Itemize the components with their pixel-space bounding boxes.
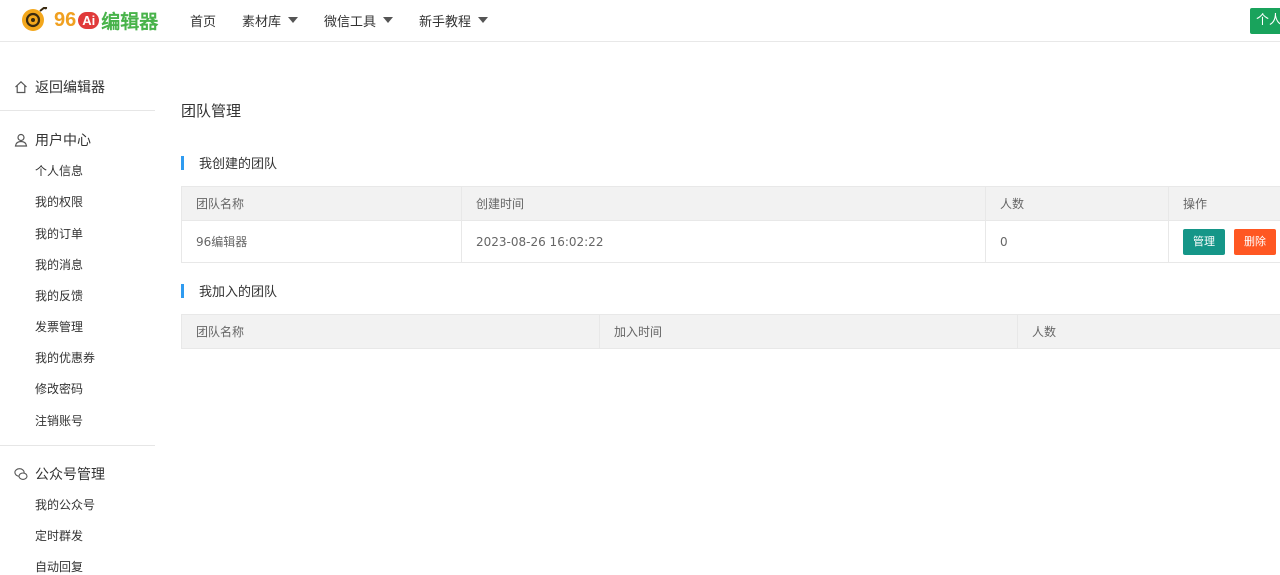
nav-home-label: 首页 — [190, 11, 216, 30]
cell-actions: 管理删除 — [1169, 221, 1280, 263]
cell-created-time: 2023-08-26 16:02:22 — [462, 221, 986, 263]
table-header-row: 团队名称 加入时间 人数 — [182, 315, 1280, 349]
section-created-title: 我创建的团队 — [199, 153, 277, 172]
col-team-name: 团队名称 — [182, 187, 462, 221]
table-row: 96编辑器 2023-08-26 16:02:22 0 管理删除 — [182, 221, 1280, 263]
sidebar-item-auto-reply[interactable]: 自动回复 — [35, 558, 83, 575]
sidebar-item-messages[interactable]: 我的消息 — [35, 256, 83, 273]
nav-materials[interactable]: 素材库 — [242, 11, 298, 30]
logo-number: 96 — [54, 9, 76, 32]
sidebar-item-coupons[interactable]: 我的优惠券 — [35, 349, 95, 366]
caret-down-icon — [383, 17, 393, 23]
mp-manage-heading: 公众号管理 — [14, 464, 105, 484]
section-bar — [181, 284, 184, 298]
back-to-editor-label: 返回编辑器 — [35, 77, 105, 97]
sidebar-item-scheduled-send[interactable]: 定时群发 — [35, 527, 83, 544]
nav-wechat-tools-label: 微信工具 — [324, 11, 376, 30]
section-bar — [181, 156, 184, 170]
section-joined-title: 我加入的团队 — [199, 281, 277, 300]
nav-wechat-tools[interactable]: 微信工具 — [324, 11, 393, 30]
sidebar-item-delete-account[interactable]: 注销账号 — [35, 412, 83, 429]
col-actions: 操作 — [1169, 187, 1280, 221]
col-member-count: 人数 — [986, 187, 1169, 221]
nav-materials-label: 素材库 — [242, 11, 281, 30]
user-center-button[interactable]: 个人 — [1250, 8, 1280, 34]
mp-manage-title: 公众号管理 — [35, 464, 105, 484]
logo[interactable]: 96 Ai 编辑器 — [20, 6, 158, 34]
top-navbar: 96 Ai 编辑器 首页 素材库 微信工具 新手教程 个人 — [0, 0, 1280, 42]
created-teams-table: 团队名称 创建时间 人数 操作 96编辑器 2023-08-26 16:02:2… — [181, 186, 1280, 263]
user-center-title: 用户中心 — [35, 130, 91, 150]
page-title: 团队管理 — [181, 100, 241, 121]
user-icon — [14, 133, 28, 147]
nav-tutorial[interactable]: 新手教程 — [419, 11, 488, 30]
section-created-teams: 我创建的团队 — [181, 153, 277, 172]
delete-button[interactable]: 删除 — [1234, 229, 1276, 255]
sidebar-item-my-accounts[interactable]: 我的公众号 — [35, 496, 95, 513]
logo-ai-badge: Ai — [78, 12, 99, 29]
main-nav: 首页 素材库 微信工具 新手教程 — [190, 0, 514, 40]
col-team-name: 团队名称 — [182, 315, 600, 349]
sidebar-item-permissions[interactable]: 我的权限 — [35, 193, 83, 210]
sidebar: 返回编辑器 用户中心 个人信息 我的权限 我的订单 我的消息 我的反馈 发票管理… — [0, 41, 160, 564]
sidebar-divider — [0, 445, 155, 446]
table-header-row: 团队名称 创建时间 人数 操作 — [182, 187, 1280, 221]
caret-down-icon — [288, 17, 298, 23]
user-center-heading: 用户中心 — [14, 130, 91, 150]
logo-text: 编辑器 — [101, 7, 158, 34]
home-icon — [14, 80, 28, 94]
sidebar-divider — [0, 110, 155, 111]
col-created-time: 创建时间 — [462, 187, 986, 221]
back-to-editor-link[interactable]: 返回编辑器 — [14, 77, 105, 97]
cell-member-count: 0 — [986, 221, 1169, 263]
col-member-count: 人数 — [1018, 315, 1280, 349]
sidebar-item-feedback[interactable]: 我的反馈 — [35, 287, 83, 304]
caret-down-icon — [478, 17, 488, 23]
nav-home[interactable]: 首页 — [190, 11, 216, 30]
nav-tutorial-label: 新手教程 — [419, 11, 471, 30]
section-joined-teams: 我加入的团队 — [181, 281, 277, 300]
sidebar-item-invoices[interactable]: 发票管理 — [35, 318, 83, 335]
joined-teams-table: 团队名称 加入时间 人数 — [181, 314, 1280, 349]
snail-logo-icon — [20, 7, 48, 33]
sidebar-item-profile[interactable]: 个人信息 — [35, 162, 83, 179]
col-join-time: 加入时间 — [600, 315, 1018, 349]
sidebar-item-orders[interactable]: 我的订单 — [35, 225, 83, 242]
cell-team-name: 96编辑器 — [182, 221, 462, 263]
sidebar-item-change-password[interactable]: 修改密码 — [35, 380, 83, 397]
wechat-icon — [14, 467, 28, 481]
manage-button[interactable]: 管理 — [1183, 229, 1225, 255]
